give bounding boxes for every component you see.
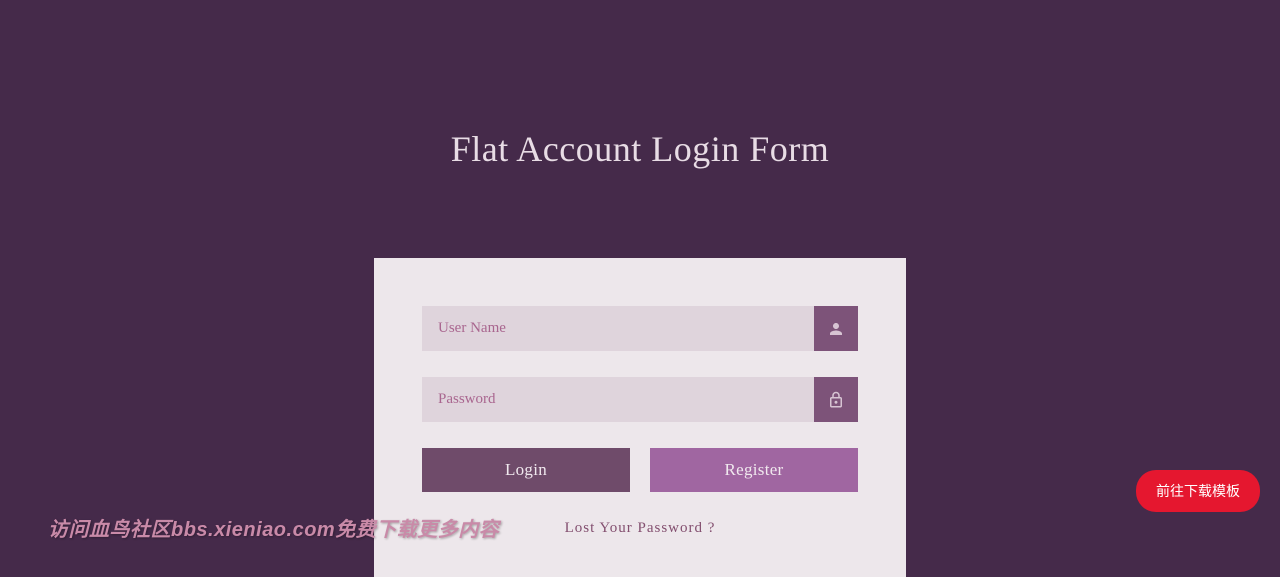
button-row: Login Register bbox=[422, 448, 858, 492]
user-icon bbox=[814, 306, 858, 351]
password-row bbox=[422, 377, 858, 422]
page-title: Flat Account Login Form bbox=[0, 0, 1280, 170]
username-input[interactable] bbox=[422, 306, 814, 351]
login-button[interactable]: Login bbox=[422, 448, 630, 492]
username-row bbox=[422, 306, 858, 351]
password-input[interactable] bbox=[422, 377, 814, 422]
watermark-text: 访问血鸟社区bbs.xieniao.com免费下载更多内容 bbox=[48, 513, 499, 542]
register-button[interactable]: Register bbox=[650, 448, 858, 492]
download-template-button[interactable]: 前往下载模板 bbox=[1136, 470, 1260, 512]
lock-icon bbox=[814, 377, 858, 422]
